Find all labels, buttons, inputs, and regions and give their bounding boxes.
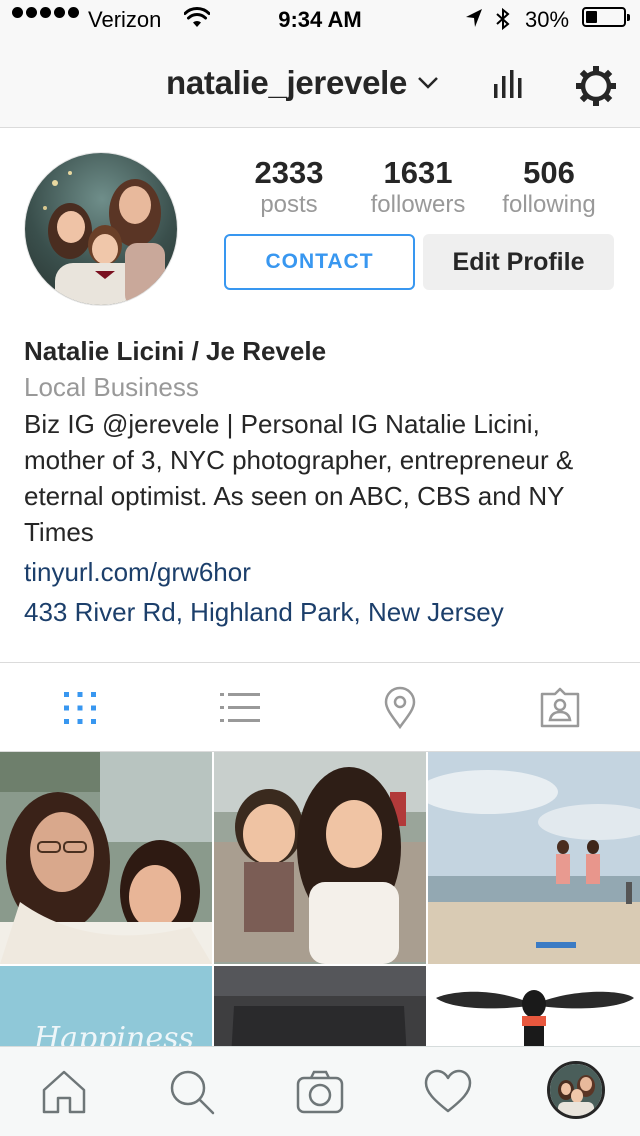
battery-percentage: 30%	[525, 7, 570, 32]
profile-photo[interactable]	[24, 152, 178, 306]
grid-photo[interactable]	[214, 966, 426, 1052]
insights-icon[interactable]	[490, 64, 530, 104]
heart-icon[interactable]	[422, 1066, 474, 1118]
camera-icon[interactable]	[294, 1066, 346, 1118]
edit-profile-button[interactable]: Edit Profile	[423, 234, 614, 290]
following-count: 506	[523, 155, 575, 190]
status-bar: Verizon 9:34 AM 30%	[0, 0, 640, 40]
nav-username: natalie_jerevele	[166, 64, 408, 101]
bottom-tab-bar	[0, 1046, 640, 1136]
profile-view-tabs	[0, 662, 640, 752]
account-switcher[interactable]: natalie_jerevele	[166, 64, 439, 102]
grid-photo[interactable]: Happiness	[0, 966, 212, 1052]
following-label: following	[502, 191, 596, 218]
tab-places[interactable]	[378, 686, 422, 730]
tab-grid[interactable]	[58, 686, 102, 730]
grid-photo[interactable]	[428, 966, 640, 1052]
followers-stat[interactable]: 1631 followers	[360, 154, 476, 218]
tagged-photos-icon	[540, 687, 580, 728]
posts-stat[interactable]: 2333 posts	[239, 154, 339, 218]
profile-header-bar: natalie_jerevele	[0, 40, 640, 128]
tab-tagged[interactable]	[538, 686, 582, 730]
posts-count: 2333	[254, 155, 324, 190]
contact-button[interactable]: CONTACT	[224, 234, 415, 290]
followers-count: 1631	[383, 155, 453, 190]
posts-label: posts	[260, 191, 318, 218]
home-icon[interactable]	[38, 1066, 90, 1118]
battery-icon	[582, 7, 630, 27]
list-icon	[220, 693, 260, 722]
bluetooth-icon	[494, 7, 512, 37]
profile-tab-avatar[interactable]	[547, 1061, 605, 1119]
profile-bio-section: Natalie Licini / Je Revele Local Busines…	[24, 334, 624, 632]
gear-icon[interactable]	[574, 64, 616, 106]
tab-list[interactable]	[218, 686, 262, 730]
grid-icon	[64, 692, 96, 724]
chevron-down-icon	[418, 77, 438, 89]
address-link[interactable]: 433 River Rd, Highland Park, New Jersey	[24, 592, 624, 632]
profile-full-name: Natalie Licini / Je Revele	[24, 336, 327, 366]
business-category: Local Business	[24, 372, 199, 402]
grid-photo[interactable]	[214, 752, 426, 964]
grid-photo[interactable]	[0, 752, 212, 964]
followers-label: followers	[370, 191, 466, 218]
search-icon[interactable]	[166, 1066, 218, 1118]
grid-photo[interactable]	[428, 752, 640, 964]
following-stat[interactable]: 506 following	[492, 154, 606, 218]
photo-grid: Happiness	[0, 752, 640, 1052]
website-link[interactable]: tinyurl.com/grw6hor	[24, 552, 624, 592]
location-arrow-icon	[464, 7, 484, 35]
location-pin-icon	[384, 686, 416, 730]
bio-text: Biz IG @jerevele | Personal IG Natalie L…	[24, 409, 574, 547]
